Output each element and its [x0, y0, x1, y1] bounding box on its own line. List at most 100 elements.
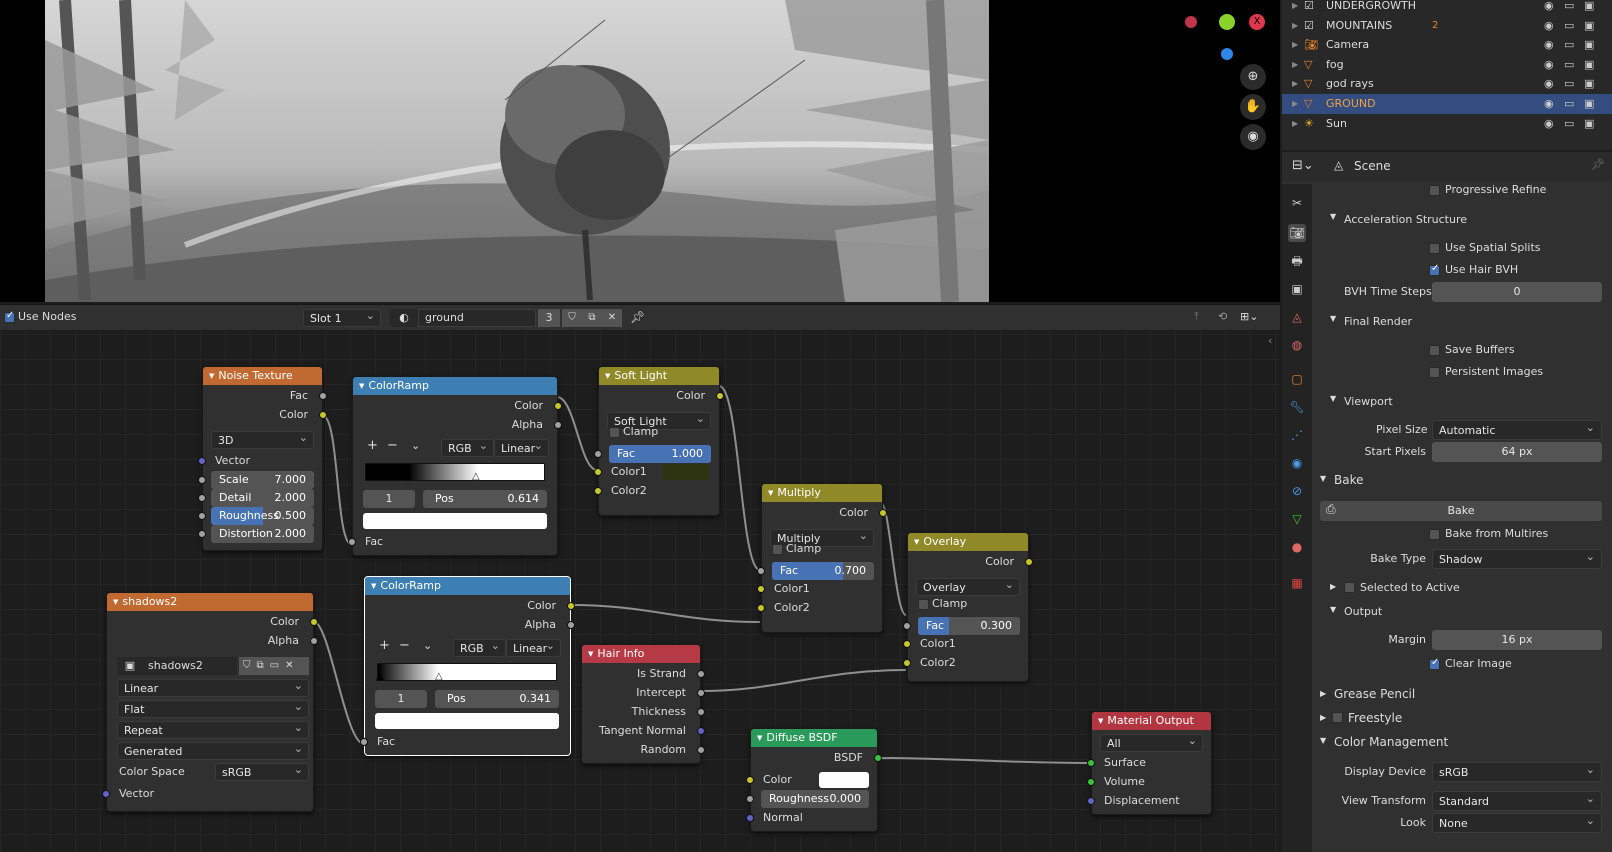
stop-color-swatch[interactable] [375, 713, 559, 729]
expand-arrow-icon[interactable]: ▶ [1292, 55, 1298, 75]
use-spatial-splits-checkbox[interactable] [1429, 243, 1440, 254]
vector-input-socket[interactable] [102, 790, 110, 798]
bake-panel-title[interactable]: Bake [1334, 473, 1364, 487]
color-output-socket[interactable] [716, 392, 724, 400]
roughness-field[interactable]: Roughness 0.000 [761, 790, 869, 808]
editor-type-icon[interactable]: ⊟⌄ [1292, 158, 1314, 173]
selected-to-active-label[interactable]: Selected to Active [1360, 581, 1460, 594]
diffuse-bsdf-node[interactable]: ▼ Diffuse BSDF BSDF Color Roughness 0.000 … [746, 728, 882, 832]
blend-type-dropdown[interactable]: Overlay [916, 576, 1020, 596]
expand-arrow-icon[interactable]: ▶ [1292, 35, 1298, 55]
outliner-row[interactable]: ▶ ▽ god rays ◉ ▭ ▣ [1282, 74, 1612, 94]
outliner-item-name[interactable]: Sun [1326, 114, 1347, 134]
viewport-monitor-icon[interactable]: ▭ [1564, 114, 1574, 134]
color-mode-dropdown[interactable]: RGB [453, 637, 506, 657]
alpha-output-socket[interactable] [310, 637, 318, 645]
viewport-monitor-icon[interactable]: ▭ [1564, 74, 1574, 94]
pin-icon[interactable]: 📌︎ [630, 310, 645, 324]
physics-tab-icon[interactable]: ◉ [1288, 454, 1306, 472]
color2-input-socket[interactable] [903, 659, 911, 667]
outliner-row[interactable]: ▶ ☀ Sun ◉ ▭ ▣ [1282, 114, 1612, 134]
clamp-checkbox[interactable] [772, 544, 783, 555]
multiply-node[interactable]: ▼Multiply Color Multiply Clamp Fac0.700 … [757, 483, 887, 633]
add-stop-button[interactable]: + [379, 637, 390, 655]
color-swatch[interactable] [819, 772, 869, 788]
outliner-row[interactable]: ▶ 📷︎ Camera ◉ ▭ ▣ [1282, 35, 1612, 55]
material-name-field[interactable]: ground [418, 309, 536, 327]
interpolation-dropdown[interactable]: Linear [506, 637, 561, 657]
viewport-monitor-icon[interactable]: ▭ [1564, 0, 1574, 16]
clamp-checkbox[interactable] [918, 599, 929, 610]
bake-expand-icon[interactable]: ▼ [1320, 474, 1326, 483]
volume-input-socket[interactable] [1087, 778, 1095, 786]
selected-to-active-expand-icon[interactable]: ▶ [1330, 582, 1336, 591]
world-tab-icon[interactable]: ◍ [1288, 336, 1306, 354]
constraints-tab-icon[interactable]: ⊘ [1288, 482, 1306, 500]
fac-input-socket[interactable] [903, 622, 911, 630]
viewport-title[interactable]: Viewport [1344, 395, 1393, 408]
detail-input-socket[interactable] [198, 494, 206, 502]
fake-user-icon[interactable]: ⛉ [562, 309, 582, 327]
view-layer-tab-icon[interactable]: ▣ [1288, 280, 1306, 298]
material-tab-icon[interactable]: ● [1288, 538, 1306, 556]
intercept-output-socket[interactable] [697, 689, 705, 697]
viewport-monitor-icon[interactable]: ▭ [1564, 16, 1574, 36]
outliner-item-name[interactable]: GROUND [1326, 94, 1376, 114]
properties-editor[interactable]: ⊟⌄ ◬ Scene 📌︎ ✂ 📷︎ 🖶︎ ▣ ◬ ◍ ▢ 🔧︎ ⋰ ◉ ⊘ ▽… [1282, 152, 1612, 852]
color1-swatch[interactable] [663, 464, 709, 480]
axis-x-dot[interactable]: X [1249, 14, 1265, 30]
overlay-node[interactable]: ▼Overlay Color Overlay Clamp Fac0.300 Co… [903, 532, 1033, 682]
outliner-item-name[interactable]: UNDERGROWTH [1326, 0, 1416, 16]
thickness-output-socket[interactable] [697, 708, 705, 716]
render-camera-icon[interactable]: ▣ [1584, 74, 1594, 94]
clear-image-checkbox[interactable] [1429, 657, 1440, 670]
image-actions-icons[interactable]: ⛉⧉▭✕ [239, 657, 309, 675]
dimensions-dropdown[interactable]: 3D [211, 429, 314, 449]
ramp-stop-0-icon[interactable]: ▲ [404, 471, 412, 482]
scene-tab-icon[interactable]: ◬ [1288, 308, 1306, 326]
outliner-row[interactable]: ▶ ▽ GROUND ◉ ▭ ▣ [1282, 94, 1612, 114]
ramp-stop-1-icon[interactable]: △ [435, 671, 443, 682]
remove-stop-button[interactable]: − [387, 437, 398, 455]
image-texture-node[interactable]: ▼ shadows2 Color Alpha ▣ shadows2 ⛉⧉▭✕ Li… [102, 592, 318, 812]
soft-light-node[interactable]: ▼Soft Light Color Soft Light Clamp Fac1.… [594, 366, 724, 516]
material-browse-icon[interactable]: ◐ [390, 309, 418, 327]
colorramp-node-2[interactable]: ▼ColorRamp Color Alpha + − ⌄ RGB Linear … [360, 576, 575, 756]
alpha-output-socket[interactable] [567, 621, 575, 629]
bake-button[interactable]: Bake [1320, 501, 1602, 521]
3d-viewport[interactable]: X ⊕ ✋ ◉ [0, 0, 1280, 302]
source-dropdown[interactable]: Generated [117, 740, 309, 760]
outliner-item-name[interactable]: MOUNTAINS [1326, 16, 1392, 36]
material-output-node[interactable]: ▼Material Output All Surface Volume Disp… [1087, 711, 1212, 815]
look-dropdown[interactable]: None [1432, 811, 1602, 833]
outliner[interactable]: ▶ ☑ UNDERGROWTH ◉ ▭ ▣ ▶ ☑ MOUNTAINS 2 ◉ ▭ ▣ ▶ 📷︎ Camera… [1282, 0, 1612, 150]
color-output-socket[interactable] [310, 618, 318, 626]
particles-tab-icon[interactable]: ⋰ [1288, 426, 1306, 444]
image-browse-icon[interactable]: ▣ [117, 657, 143, 675]
add-stop-button[interactable]: + [367, 437, 378, 455]
roughness-input-socket[interactable] [198, 512, 206, 520]
start-pixels-field[interactable]: 64 px [1432, 442, 1602, 462]
ramp-stop-1-icon[interactable]: △ [472, 471, 480, 482]
target-dropdown[interactable]: All [1100, 732, 1203, 752]
color-input-socket[interactable] [746, 776, 754, 784]
colorramp-node-1[interactable]: ▼ColorRamp Color Alpha + − ⌄ RGB Linear … [348, 376, 562, 556]
expand-arrow-icon[interactable]: ▶ [1292, 16, 1298, 36]
unlink-material-icon[interactable]: ✕ [602, 309, 622, 327]
freestyle-checkbox[interactable] [1332, 712, 1343, 723]
visibility-eye-icon[interactable]: ◉ [1544, 74, 1554, 94]
progressive-refine-checkbox[interactable] [1429, 185, 1440, 196]
pixel-size-dropdown[interactable]: Automatic [1432, 418, 1602, 440]
color-management-panel-title[interactable]: Color Management [1334, 735, 1448, 749]
expand-arrow-icon[interactable]: ▶ [1292, 114, 1298, 134]
expand-arrow-icon[interactable]: ▶ [1292, 74, 1298, 94]
render-camera-icon[interactable]: ▣ [1584, 35, 1594, 55]
clamp-checkbox[interactable] [609, 427, 620, 438]
color2-input-socket[interactable] [594, 487, 602, 495]
visibility-eye-icon[interactable]: ◉ [1544, 55, 1554, 75]
scale-input-socket[interactable] [198, 476, 206, 484]
render-tab-icon[interactable]: 📷︎ [1288, 224, 1306, 242]
axis-y-dot[interactable] [1219, 14, 1235, 30]
visibility-eye-icon[interactable]: ◉ [1544, 94, 1554, 114]
fac-input-socket[interactable] [594, 450, 602, 458]
